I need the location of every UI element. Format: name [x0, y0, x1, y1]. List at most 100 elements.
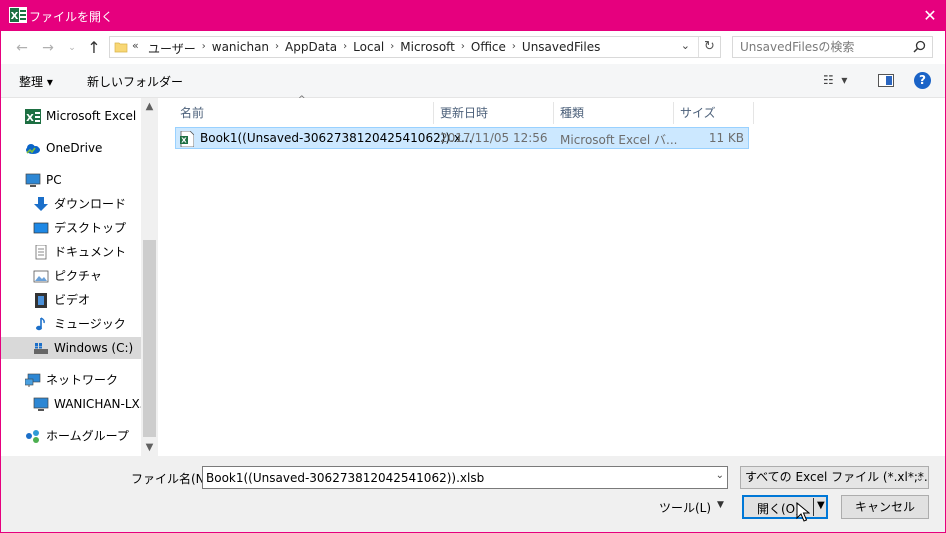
- nav-item-videos[interactable]: ビデオ: [1, 289, 141, 311]
- excel-icon: X: [25, 109, 41, 124]
- nav-item-microsoft-excel[interactable]: X Microsoft Excel: [1, 105, 141, 127]
- breadcrumb-separator-icon[interactable]: ›: [275, 40, 279, 57]
- nav-item-onedrive[interactable]: OneDrive: [1, 137, 141, 159]
- network-icon: [25, 373, 41, 387]
- mouse-cursor-icon: [796, 502, 810, 522]
- search-box[interactable]: [732, 36, 933, 58]
- title-bar: X ファイルを開く ✕: [1, 0, 945, 31]
- filename-input[interactable]: [203, 467, 703, 488]
- file-type: Microsoft Excel バ...: [560, 133, 678, 147]
- nav-item-downloads[interactable]: ダウンロード: [1, 193, 141, 215]
- address-row: ← → ⌄ ↑ « ユーザー › wanichan › AppData › Lo…: [1, 31, 945, 64]
- scroll-up-icon[interactable]: ▲: [141, 98, 158, 115]
- tools-menu-button[interactable]: ツール(L): [659, 499, 711, 516]
- filename-combobox[interactable]: ⌄: [202, 466, 728, 489]
- file-modified: 2017/11/05 12:56: [440, 131, 548, 145]
- pc-icon: [25, 173, 41, 187]
- recent-locations-chevron-icon[interactable]: ⌄: [63, 39, 81, 57]
- nav-item-label: ピクチャ: [54, 269, 102, 283]
- open-button-label: 開く(O): [757, 502, 800, 516]
- table-row[interactable]: X Book1((Unsaved-306273812042541062)).x.…: [175, 127, 749, 149]
- onedrive-icon: [26, 144, 40, 154]
- nav-item-label: Microsoft Excel: [46, 109, 137, 123]
- nav-item-label: ダウンロード: [54, 197, 127, 211]
- video-icon: [35, 293, 47, 308]
- help-icon[interactable]: ?: [914, 72, 931, 89]
- open-button[interactable]: 開く(O) ▼: [742, 495, 828, 519]
- forward-arrow-icon[interactable]: →: [39, 39, 57, 57]
- breadcrumb-overflow[interactable]: «: [132, 39, 139, 52]
- tools-dropdown-icon[interactable]: ▼: [717, 500, 724, 510]
- breadcrumb-separator-icon[interactable]: ›: [343, 40, 347, 57]
- open-dropdown-icon[interactable]: ▼: [817, 500, 825, 511]
- folder-icon: [114, 42, 128, 53]
- download-icon: [34, 197, 48, 211]
- address-dropdown-chevron-icon[interactable]: ⌄: [681, 39, 690, 52]
- breadcrumb-separator-icon[interactable]: ›: [512, 40, 516, 57]
- nav-item-network[interactable]: ネットワーク: [1, 369, 141, 391]
- computer-icon: [33, 397, 49, 411]
- file-size: 11 KB: [708, 131, 744, 145]
- chevron-down-icon[interactable]: ⌄: [916, 468, 924, 488]
- music-icon: [36, 317, 45, 331]
- close-button[interactable]: ✕: [915, 0, 945, 31]
- new-folder-button[interactable]: 新しいフォルダー: [87, 73, 183, 90]
- svg-text:X: X: [11, 11, 19, 22]
- nav-item-label: ドキュメント: [54, 245, 127, 259]
- nav-item-pc[interactable]: PC: [1, 169, 141, 191]
- window-title: ファイルを開く: [29, 10, 114, 24]
- search-icon[interactable]: [913, 40, 926, 53]
- column-header-modified[interactable]: 更新日時: [434, 102, 554, 124]
- nav-item-homegroup[interactable]: ホームグループ: [1, 425, 141, 447]
- breadcrumb-separator-icon[interactable]: ›: [461, 40, 465, 57]
- scrollbar-thumb[interactable]: [143, 240, 156, 437]
- address-bar[interactable]: « ユーザー › wanichan › AppData › Local › Mi…: [109, 36, 721, 58]
- cancel-button[interactable]: キャンセル: [841, 495, 929, 519]
- nav-item-label: WANICHAN-LX5: [54, 397, 141, 411]
- breadcrumb-item[interactable]: Microsoft: [400, 40, 455, 57]
- command-bar: 整理 ▾ 新しいフォルダー ☷ ▾ ?: [1, 64, 945, 98]
- change-view-button[interactable]: ☷ ▾: [823, 73, 847, 87]
- navigation-scrollbar[interactable]: ▲ ▼: [141, 98, 158, 456]
- excel-app-icon: X: [9, 7, 27, 23]
- breadcrumb-item[interactable]: AppData: [285, 40, 337, 57]
- file-list: ^ 名前 更新日時 種類 サイズ X Book1((Unsaved-306273…: [158, 95, 945, 456]
- nav-item-wanichan-lx5[interactable]: WANICHAN-LX5: [1, 393, 141, 415]
- breadcrumb-item[interactable]: Office: [471, 40, 506, 57]
- open-file-dialog: X ファイルを開く ✕ ← → ⌄ ↑ « ユーザー › wanichan › …: [1, 0, 945, 532]
- navigation-pane: X Microsoft Excel OneDrive PC ダウンロード デスク…: [1, 98, 158, 456]
- preview-pane-icon[interactable]: [878, 74, 894, 87]
- breadcrumb-separator-icon[interactable]: ›: [202, 40, 206, 57]
- refresh-icon[interactable]: ↻: [698, 37, 720, 57]
- nav-item-music[interactable]: ミュージック: [1, 313, 141, 335]
- nav-item-label: ミュージック: [54, 317, 126, 331]
- column-header-size[interactable]: サイズ: [674, 102, 754, 124]
- file-type-filter-select[interactable]: すべての Excel ファイル (*.xl*;*.xlsx ⌄: [740, 466, 929, 489]
- breadcrumb-item[interactable]: UnsavedFiles: [522, 40, 600, 57]
- scroll-down-icon[interactable]: ▼: [141, 439, 158, 456]
- breadcrumb-item[interactable]: ユーザー: [148, 40, 196, 57]
- breadcrumb: ユーザー › wanichan › AppData › Local › Micr…: [148, 40, 606, 57]
- column-header-name[interactable]: 名前: [174, 102, 434, 124]
- nav-item-documents[interactable]: ドキュメント: [1, 241, 141, 263]
- breadcrumb-item[interactable]: Local: [353, 40, 384, 57]
- breadcrumb-separator-icon[interactable]: ›: [390, 40, 394, 57]
- drive-icon: [34, 343, 48, 354]
- excel-file-icon: X: [180, 131, 194, 147]
- nav-item-windows-c[interactable]: Windows (C:): [1, 337, 141, 359]
- nav-item-label: デスクトップ: [54, 221, 127, 235]
- svg-text:X: X: [181, 137, 187, 145]
- organize-menu-button[interactable]: 整理 ▾: [19, 73, 53, 90]
- split-divider: [813, 498, 814, 516]
- nav-item-label: OneDrive: [46, 141, 103, 155]
- column-header-type[interactable]: 種類: [554, 102, 674, 124]
- desktop-icon: [33, 222, 49, 234]
- breadcrumb-item[interactable]: wanichan: [212, 40, 269, 57]
- back-arrow-icon[interactable]: ←: [13, 39, 31, 57]
- search-input[interactable]: [733, 37, 903, 57]
- nav-item-pictures[interactable]: ピクチャ: [1, 265, 141, 287]
- nav-item-desktop[interactable]: デスクトップ: [1, 217, 141, 239]
- chevron-down-icon[interactable]: ⌄: [716, 470, 724, 481]
- up-arrow-icon[interactable]: ↑: [85, 39, 103, 57]
- file-type-filter-value: すべての Excel ファイル (*.xl*;*.xlsx: [745, 470, 928, 484]
